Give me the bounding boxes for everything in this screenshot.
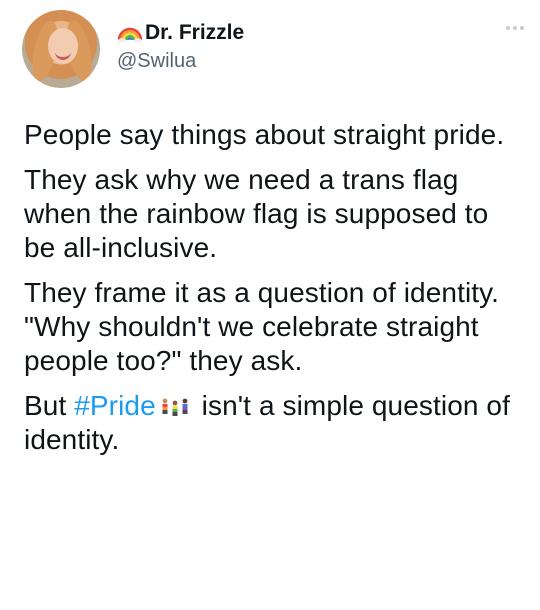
pride-people-emoji (162, 398, 188, 416)
rainbow-icon (117, 27, 143, 43)
author-info[interactable]: Dr. Frizzle @Swilua (117, 20, 244, 73)
user-handle[interactable]: @Swilua (117, 50, 244, 73)
tweet-paragraph-2: They ask why we need a trans flag when t… (24, 164, 489, 263)
more-dot (513, 26, 517, 30)
avatar[interactable] (22, 10, 100, 88)
hashtag-pride-link[interactable]: #Pride (74, 390, 156, 421)
tweet-card: Dr. Frizzle @Swilua People say things ab… (0, 0, 540, 610)
display-name-row[interactable]: Dr. Frizzle (117, 20, 244, 46)
more-dot (506, 26, 510, 30)
display-name[interactable]: Dr. Frizzle (145, 21, 244, 45)
tweet-paragraph-3: They frame it as a question of identity.… (24, 277, 500, 376)
tweet-text: People say things about straight pride. … (24, 118, 524, 468)
tweet-paragraph-4: But #Pride isn't a simple question of id… (24, 389, 524, 457)
more-dot (520, 26, 524, 30)
tweet-header: Dr. Frizzle @Swilua (22, 8, 524, 88)
paragraph-text-before: But (24, 390, 75, 421)
tweet-paragraph-1: People say things about straight pride. (24, 119, 505, 150)
more-icon[interactable] (506, 26, 524, 30)
